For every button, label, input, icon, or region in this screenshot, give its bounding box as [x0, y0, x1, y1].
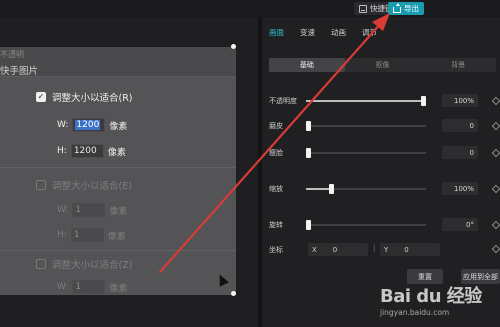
tab-animation[interactable]: 动画 — [331, 27, 355, 38]
resize-dialog: 不透明 快手图片 ✓ 调整大小以适合(R) W: 1200 像素 H: 1200… — [0, 44, 236, 296]
y-input[interactable]: Y 0 — [380, 243, 440, 256]
option-resize-z-label: 调整大小以适合(Z) — [52, 260, 133, 271]
keyboard-icon — [359, 4, 367, 13]
option2-height-unit: 像素 — [107, 231, 126, 242]
option2-width-label: W: — [57, 205, 69, 215]
subtab-cutout[interactable]: 抠像 — [345, 58, 421, 72]
dialog-header: 不透明 快手图片 — [0, 47, 236, 77]
x-input[interactable]: X 0 — [308, 243, 368, 256]
width-input[interactable]: 1200 — [72, 118, 106, 132]
coord-divider: | — [373, 244, 376, 252]
slider-handle[interactable] — [306, 148, 311, 158]
checkbox-empty-icon[interactable] — [36, 259, 46, 269]
option2-width-row: W: 1 像素 — [57, 203, 127, 217]
option-resize-e-label: 调整大小以适合(E) — [52, 181, 132, 192]
dialog-title: 快手图片 — [0, 66, 39, 77]
x-value[interactable]: 0 — [333, 246, 337, 254]
checkbox-empty-icon[interactable] — [36, 180, 46, 190]
dialog-cut-text: 不透明 — [0, 50, 24, 59]
option2-height-row: H: 1 像素 — [57, 228, 126, 242]
divider — [0, 167, 236, 168]
check-icon[interactable]: ✓ — [36, 92, 46, 102]
export-icon — [393, 2, 401, 13]
panel-tabs: 画面 变速 动画 调节 — [262, 17, 500, 47]
option2-width-unit: 像素 — [109, 206, 128, 217]
scale-value[interactable]: 100% — [442, 182, 478, 195]
divider — [0, 250, 236, 251]
option2-height-label: H: — [57, 230, 67, 240]
width-label: W: — [57, 120, 69, 130]
option2-height-input[interactable]: 1 — [70, 228, 104, 242]
slider-handle[interactable] — [306, 220, 311, 230]
rotation-slider[interactable] — [306, 220, 426, 230]
thin-face-label: 瘦脸 — [269, 149, 283, 157]
coord-label: 坐标 — [269, 246, 283, 254]
opacity-label: 不透明度 — [269, 97, 297, 105]
keyframe-icon[interactable] — [491, 184, 500, 194]
keyframe-icon[interactable] — [491, 220, 500, 230]
watermark-url: jingyan.baidu.com — [380, 308, 450, 317]
option-resize-r[interactable]: ✓ 调整大小以适合(R) — [36, 90, 133, 104]
panel-subtabs: 基础 抠像 背景 — [269, 58, 496, 72]
subtab-basic[interactable]: 基础 — [269, 58, 345, 72]
keyframe-icon[interactable] — [491, 121, 500, 131]
resize-handle[interactable] — [231, 291, 236, 296]
option2-width-input[interactable]: 1 — [72, 203, 106, 217]
thin-face-value[interactable]: 0 — [442, 146, 478, 159]
y-label: Y — [384, 245, 389, 254]
slider-handle[interactable] — [421, 96, 426, 106]
height-row: H: 1200 像素 — [57, 144, 126, 158]
rotation-value[interactable]: 0° — [442, 218, 478, 231]
keyframe-icon[interactable] — [491, 96, 500, 106]
subtab-background[interactable]: 背景 — [420, 58, 496, 72]
slider-handle[interactable] — [306, 121, 311, 131]
scale-label: 缩放 — [269, 185, 283, 193]
export-label: 导出 — [404, 4, 419, 13]
slider-handle[interactable] — [329, 184, 334, 194]
properties-panel: 画面 变速 动画 调节 基础 抠像 背景 不透明度 100% 磨皮 0 瘦脸 0… — [262, 17, 500, 327]
watermark: Bai du 经验 jingyan.baidu.com — [380, 282, 496, 322]
height-input[interactable]: 1200 — [70, 144, 104, 158]
export-button[interactable]: 导出 — [388, 2, 424, 15]
tab-speed[interactable]: 变速 — [300, 27, 324, 38]
option3-width-label: W: — [57, 282, 69, 292]
smoothing-slider[interactable] — [306, 121, 426, 131]
option-resize-z[interactable]: 调整大小以适合(Z) — [36, 257, 132, 271]
scale-slider[interactable] — [306, 184, 426, 194]
keyframe-icon[interactable] — [491, 148, 500, 158]
watermark-logo: Bai du 经验 — [380, 286, 482, 307]
height-label: H: — [57, 146, 67, 156]
height-unit: 像素 — [107, 147, 126, 158]
width-unit: 像素 — [109, 121, 128, 132]
width-row: W: 1200 像素 — [57, 118, 127, 132]
tab-picture[interactable]: 画面 — [269, 27, 293, 38]
smoothing-value[interactable]: 0 — [442, 119, 478, 132]
y-value[interactable]: 0 — [404, 246, 408, 254]
smoothing-label: 磨皮 — [269, 122, 283, 130]
x-label: X — [312, 245, 317, 254]
top-bar: 快捷键 导出 — [0, 0, 500, 17]
left-pane: 不透明 快手图片 ✓ 调整大小以适合(R) W: 1200 像素 H: 1200… — [0, 17, 258, 327]
option3-width-row: W: 1 像素 — [57, 280, 127, 294]
opacity-slider[interactable] — [306, 96, 426, 106]
option-resize-e[interactable]: 调整大小以适合(E) — [36, 178, 132, 192]
rotation-label: 旋转 — [269, 221, 283, 229]
resize-handle[interactable] — [231, 44, 236, 49]
option-resize-r-label: 调整大小以适合(R) — [52, 93, 133, 104]
opacity-value[interactable]: 100% — [442, 94, 478, 107]
tab-adjust[interactable]: 调节 — [362, 27, 386, 38]
option3-width-input[interactable]: 1 — [72, 280, 106, 294]
keyframe-icon[interactable] — [491, 244, 500, 254]
thin-face-slider[interactable] — [306, 148, 426, 158]
option3-width-unit: 像素 — [109, 283, 128, 294]
